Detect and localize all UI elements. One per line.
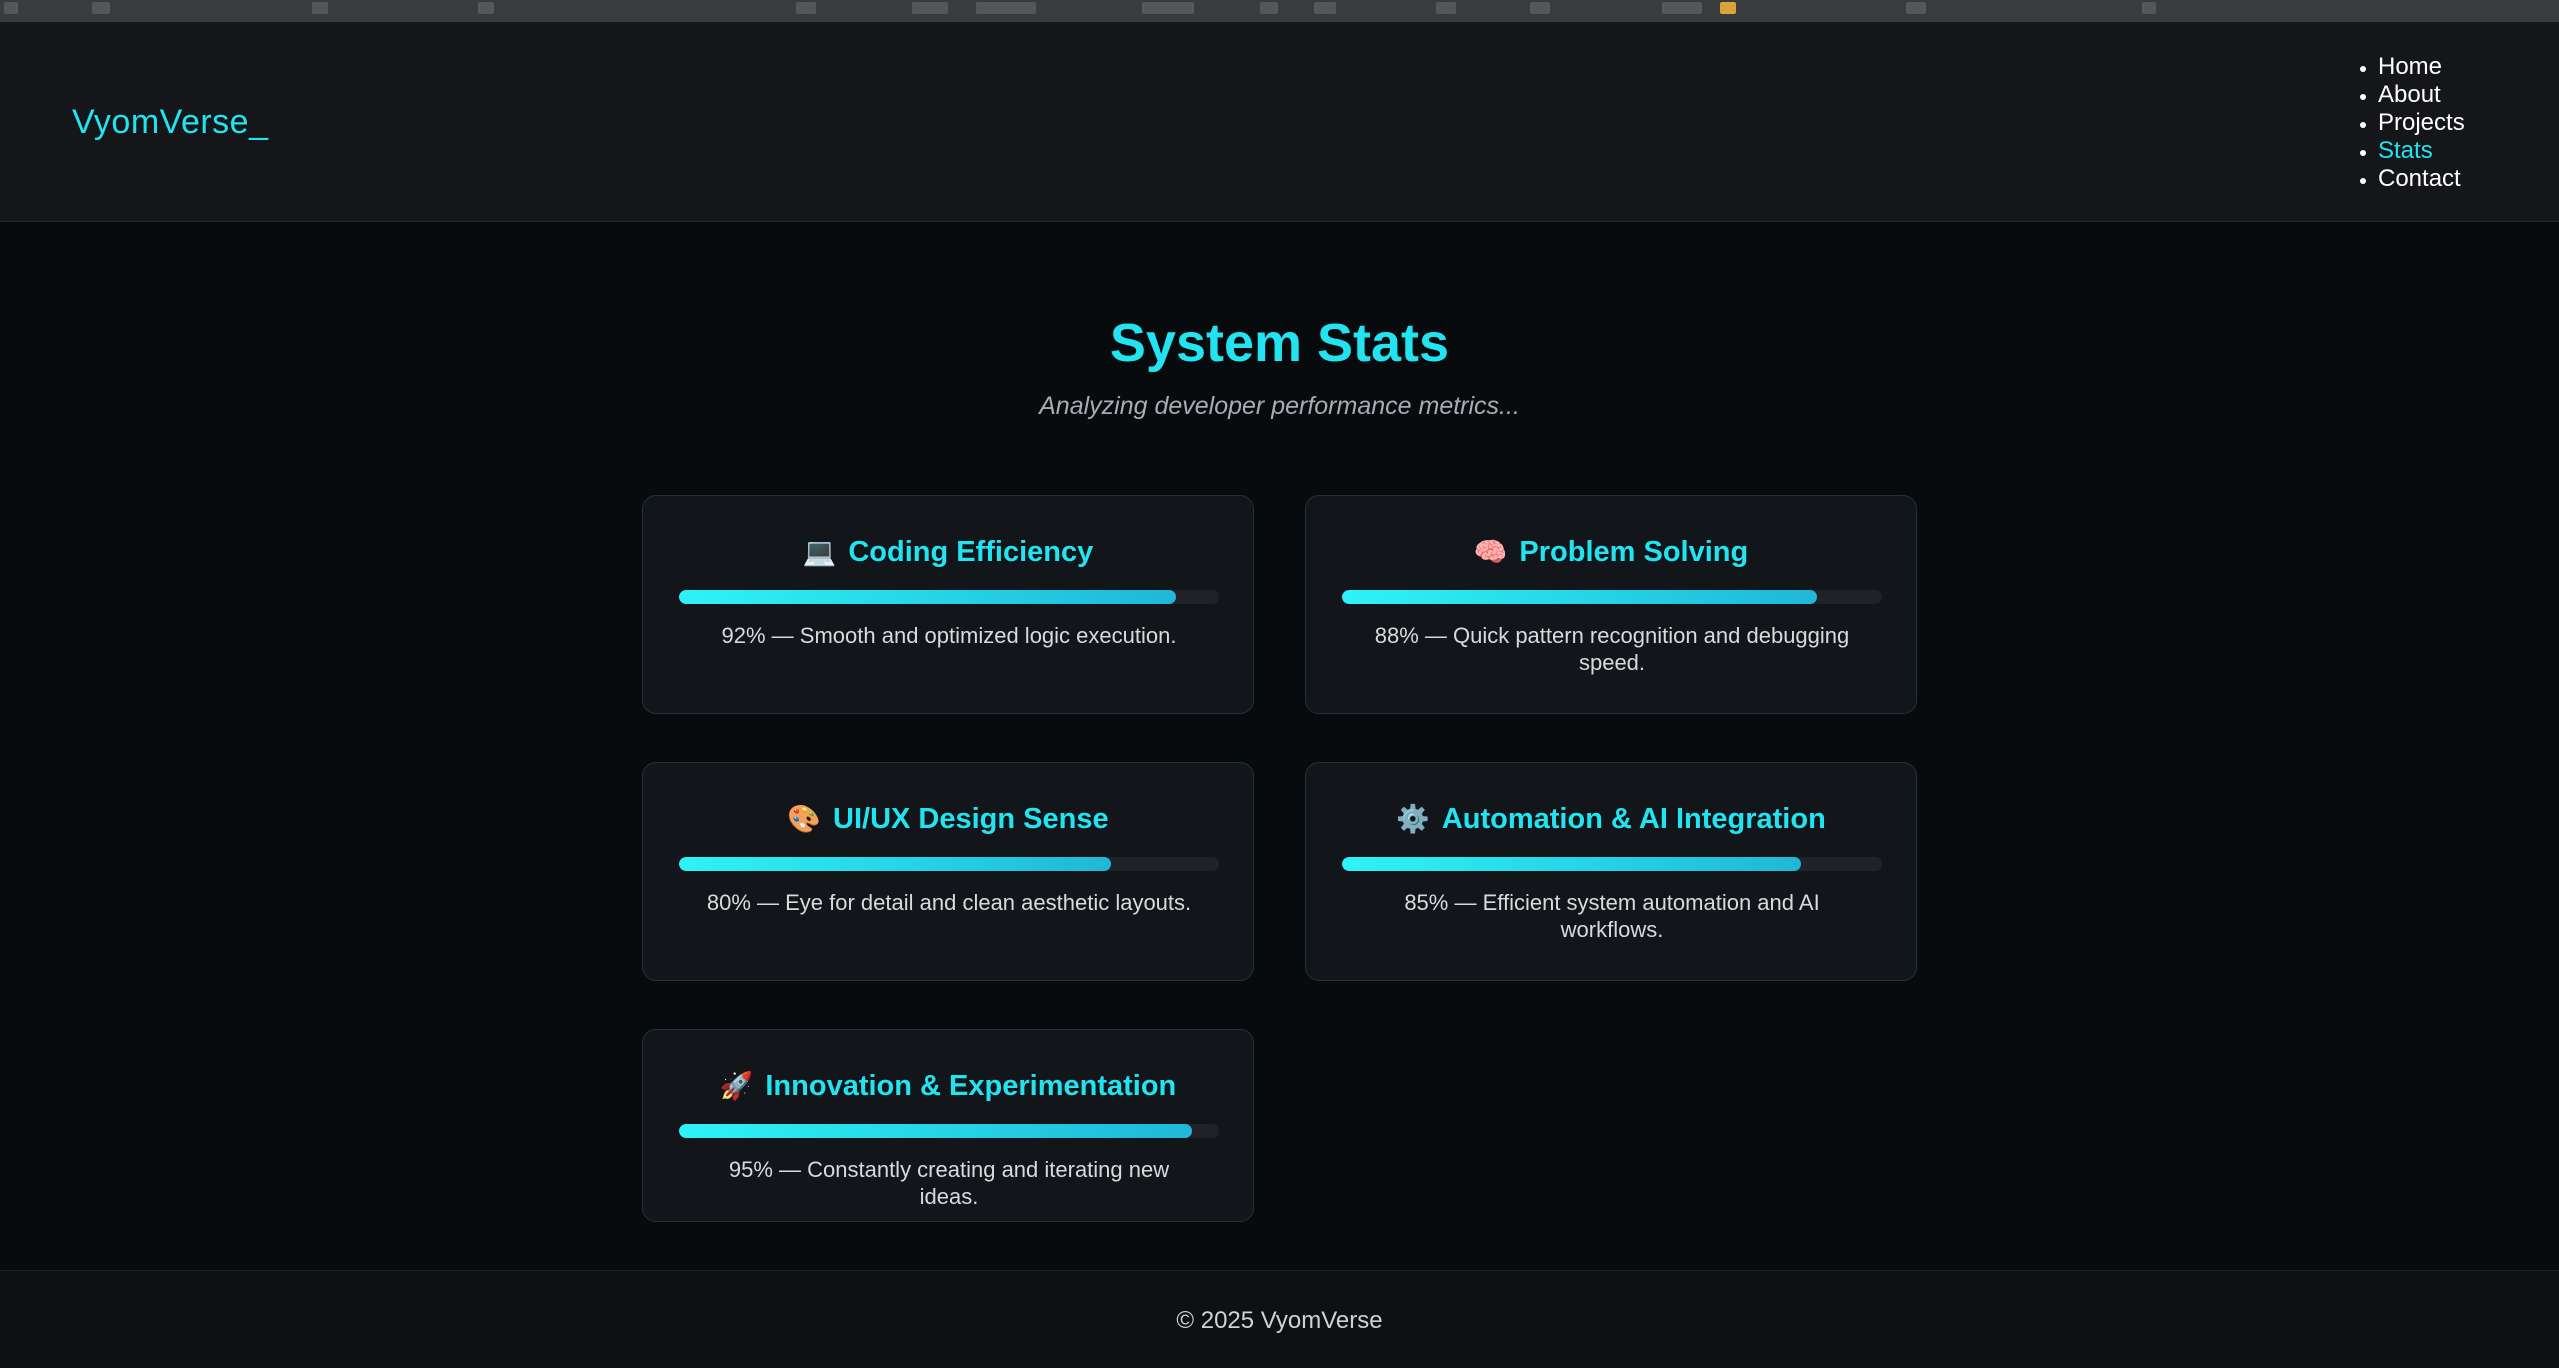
bookmark-icon[interactable] xyxy=(1142,2,1194,14)
progress-bar xyxy=(679,1124,1219,1138)
bookmark-icon[interactable] xyxy=(1906,2,1926,14)
progress-bar xyxy=(1342,857,1882,871)
page-title: System Stats xyxy=(1109,313,1450,373)
stat-title-text: Problem Solving xyxy=(1519,536,1749,568)
bookmark-icon[interactable] xyxy=(1314,2,1336,14)
stat-card-title: 🎨 UI/UX Design Sense xyxy=(643,803,1253,836)
bookmark-icon[interactable] xyxy=(92,2,110,14)
progress-fill xyxy=(679,857,1111,871)
stat-title-text: Automation & AI Integration xyxy=(1441,803,1826,835)
bookmark-icon[interactable] xyxy=(1260,2,1278,14)
stat-card-coding: 💻 Coding Efficiency 92% — Smooth and opti… xyxy=(642,495,1254,714)
bookmark-icon[interactable] xyxy=(796,2,816,14)
stat-description: 92% — Smooth and optimized logic executi… xyxy=(721,623,1177,648)
nav-link-stats[interactable]: Stats xyxy=(2378,137,2433,164)
progress-fill xyxy=(1342,857,1801,871)
browser-bookmarks-strip xyxy=(0,0,2559,23)
bookmark-icon[interactable] xyxy=(4,2,18,14)
laptop-icon: 💻 xyxy=(802,537,837,567)
palette-icon: 🎨 xyxy=(787,804,822,834)
stat-title-text: Coding Efficiency xyxy=(848,536,1094,568)
bookmark-icon[interactable] xyxy=(976,2,1036,14)
stat-title-text: UI/UX Design Sense xyxy=(833,803,1109,835)
site-footer: © 2025 VyomVerse xyxy=(0,1270,2559,1368)
stat-description: 95% — Constantly creating and iterating … xyxy=(728,1157,1170,1209)
progress-bar xyxy=(679,590,1219,604)
stat-description: 88% — Quick pattern recognition and debu… xyxy=(1374,623,1850,675)
nav-item-projects[interactable]: Projects xyxy=(2378,109,2465,137)
bookmark-icon[interactable] xyxy=(1436,2,1456,14)
rocket-icon: 🚀 xyxy=(719,1071,754,1101)
stat-card-title: 🧠 Problem Solving xyxy=(1306,536,1916,569)
stat-card-title: 🚀 Innovation & Experimentation xyxy=(643,1070,1253,1103)
brain-icon: 🧠 xyxy=(1473,537,1508,567)
bookmark-icon[interactable] xyxy=(312,2,328,14)
nav-link-projects[interactable]: Projects xyxy=(2378,109,2465,136)
stat-card-problem-solving: 🧠 Problem Solving 88% — Quick pattern rec… xyxy=(1305,495,1917,714)
bookmark-icon[interactable] xyxy=(2142,2,2156,14)
progress-fill xyxy=(679,590,1176,604)
stat-card-automation: ⚙️ Automation & AI Integration 85% — Effi… xyxy=(1305,762,1917,981)
nav-item-contact[interactable]: Contact xyxy=(2378,165,2465,193)
nav-item-home[interactable]: Home xyxy=(2378,53,2465,81)
stat-card-title: ⚙️ Automation & AI Integration xyxy=(1306,803,1916,836)
bookmark-icon[interactable] xyxy=(478,2,494,14)
nav-link-contact[interactable]: Contact xyxy=(2378,165,2461,192)
page-subtitle: Analyzing developer performance metrics.… xyxy=(1039,392,1520,420)
copyright-text: © 2025 VyomVerse xyxy=(1176,1307,1383,1334)
progress-fill xyxy=(679,1124,1192,1138)
site-logo[interactable]: VyomVerse_ xyxy=(72,103,269,142)
gear-icon: ⚙️ xyxy=(1396,804,1430,834)
stat-card-title: 💻 Coding Efficiency xyxy=(643,536,1253,569)
nav-item-about[interactable]: About xyxy=(2378,81,2465,109)
progress-bar xyxy=(1342,590,1882,604)
nav-item-stats[interactable]: Stats xyxy=(2378,137,2465,165)
stat-description: 85% — Efficient system automation and AI… xyxy=(1404,890,1820,942)
bookmark-icon[interactable] xyxy=(1530,2,1550,14)
bookmark-icon[interactable] xyxy=(912,2,948,14)
stat-card-uiux: 🎨 UI/UX Design Sense 80% — Eye for detail… xyxy=(642,762,1254,981)
stat-description: 80% — Eye for detail and clean aesthetic… xyxy=(706,890,1192,915)
stat-title-text: Innovation & Experimentation xyxy=(765,1070,1177,1102)
bookmark-icon[interactable] xyxy=(1720,2,1736,14)
progress-bar xyxy=(679,857,1219,871)
stat-card-innovation: 🚀 Innovation & Experimentation 95% — Cons… xyxy=(642,1029,1254,1222)
progress-fill xyxy=(1342,590,1818,604)
nav-link-about[interactable]: About xyxy=(2378,81,2441,108)
site-header: VyomVerse_ Home About Projects Stats Con… xyxy=(0,23,2559,222)
nav-link-home[interactable]: Home xyxy=(2378,53,2442,80)
bookmark-icon[interactable] xyxy=(1662,2,1702,14)
